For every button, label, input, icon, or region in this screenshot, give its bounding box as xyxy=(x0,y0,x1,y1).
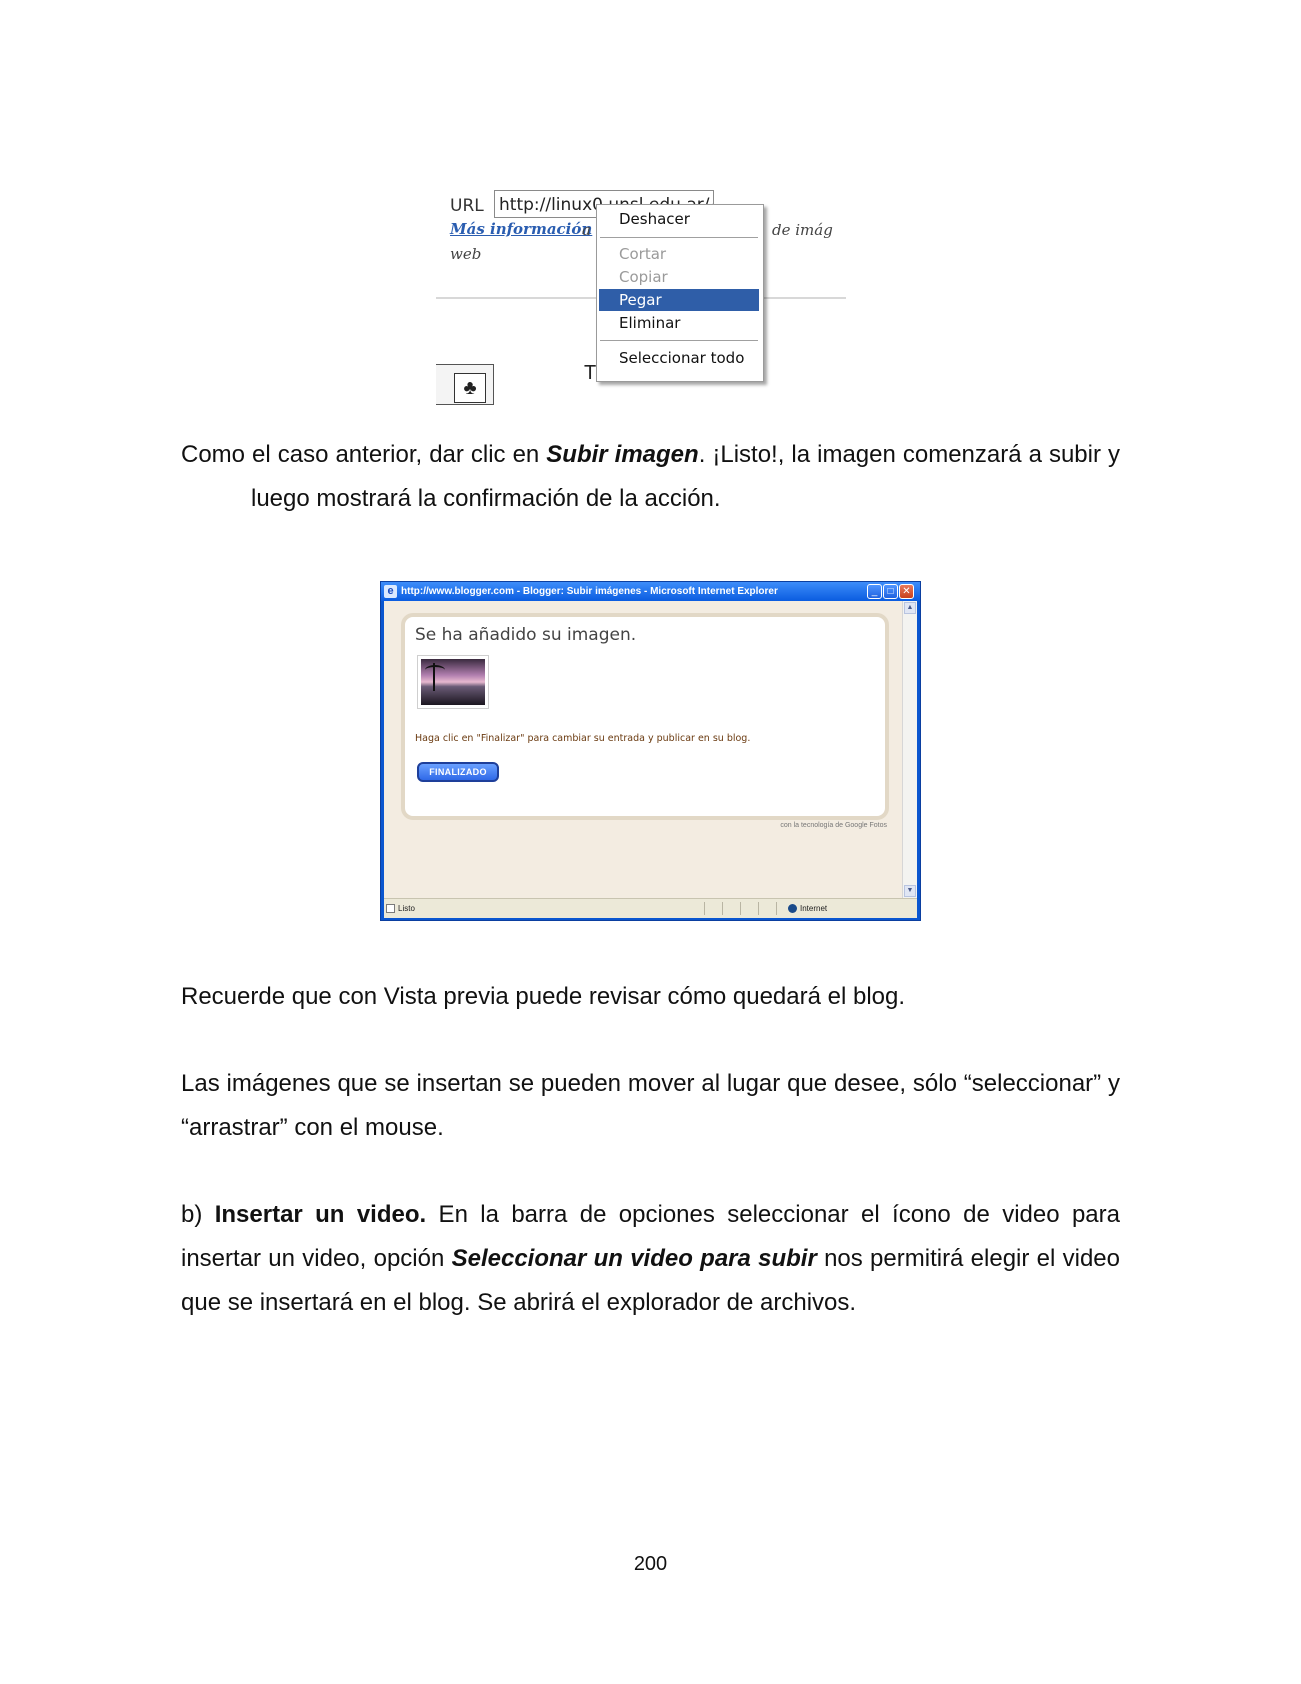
partial-right-text: de imág xyxy=(772,221,833,239)
text-run: b) xyxy=(181,1201,215,1228)
web-text: web xyxy=(450,245,482,263)
partial-label-t: T xyxy=(584,362,597,384)
paragraph-upload: Como el caso anterior, dar clic en Subir… xyxy=(181,433,1120,521)
text-run: luego mostrará la confirmación de la acc… xyxy=(251,485,721,512)
window-content: Se ha añadido su imagen. Haga clic en "F… xyxy=(384,601,917,898)
window-titlebar: e http://www.blogger.com - Blogger: Subi… xyxy=(381,582,920,601)
heading-insertar-video: Insertar un video. xyxy=(214,1201,427,1228)
menu-separator xyxy=(600,237,758,239)
emphasis-seleccionar-video: Seleccionar un video para subir xyxy=(451,1245,817,1272)
status-divider xyxy=(740,902,741,915)
more-info-tail: a xyxy=(582,221,591,239)
paragraph-insert-video: b) Insertar un video. En la barra de opc… xyxy=(181,1193,1120,1325)
window-title: http://www.blogger.com - Blogger: Subir … xyxy=(401,586,778,597)
minimize-button[interactable]: _ xyxy=(867,584,882,599)
scroll-up-icon[interactable]: ▲ xyxy=(904,602,916,614)
status-divider xyxy=(722,902,723,915)
more-info-link[interactable]: Más información xyxy=(450,220,592,238)
context-menu: Deshacer Cortar Copiar Pegar Eliminar Se… xyxy=(596,204,764,382)
menu-item-eliminar[interactable]: Eliminar xyxy=(599,312,759,334)
page-number: 200 xyxy=(633,1553,668,1575)
finalize-button[interactable]: FINALIZADO xyxy=(417,762,499,782)
globe-icon xyxy=(788,904,797,913)
close-button[interactable]: ✕ xyxy=(899,584,914,599)
status-divider xyxy=(704,902,705,915)
menu-separator xyxy=(600,340,758,342)
status-bar: Listo Internet xyxy=(384,898,917,918)
confirmation-panel: Se ha añadido su imagen. Haga clic en "F… xyxy=(401,613,889,820)
url-label: URL xyxy=(450,196,484,216)
menu-item-pegar[interactable]: Pegar xyxy=(599,289,759,311)
ie-window-screenshot: e http://www.blogger.com - Blogger: Subi… xyxy=(380,581,921,921)
vertical-scrollbar[interactable]: ▲ ▼ xyxy=(902,601,917,898)
uploaded-image-thumbnail[interactable] xyxy=(417,655,489,709)
tree-image-icon: ♣ xyxy=(454,373,486,403)
menu-item-seleccionar-todo[interactable]: Seleccionar todo xyxy=(599,347,759,369)
landscape-image xyxy=(421,659,485,705)
image-thumbnail[interactable]: ♣ xyxy=(436,364,494,405)
status-text: Listo xyxy=(398,904,415,913)
maximize-button[interactable]: □ xyxy=(883,584,898,599)
ie-icon: e xyxy=(384,585,397,598)
status-divider xyxy=(776,902,777,915)
menu-item-copiar[interactable]: Copiar xyxy=(599,266,759,288)
text-run: Como el caso anterior, dar clic en xyxy=(181,441,547,468)
status-divider xyxy=(758,902,759,915)
scroll-down-icon[interactable]: ▼ xyxy=(904,885,916,897)
menu-item-deshacer[interactable]: Deshacer xyxy=(599,208,759,230)
confirmation-heading: Se ha añadido su imagen. xyxy=(415,625,637,645)
tree-branches xyxy=(425,665,445,675)
zone-text: Internet xyxy=(800,904,828,913)
context-menu-screenshot: URL http://linux0.unsl.edu.ar/~ Más info… xyxy=(430,190,850,405)
text-run: . ¡Listo!, la imagen comenzará a subir y xyxy=(698,441,1120,468)
emphasis-subir-imagen: Subir imagen xyxy=(546,441,699,468)
powered-by-text: con la tecnología de Google Fotos xyxy=(780,822,887,829)
menu-item-cortar[interactable]: Cortar xyxy=(599,243,759,265)
instruction-text: Haga clic en "Finalizar" para cambiar su… xyxy=(415,733,751,744)
page-icon xyxy=(386,904,395,913)
paragraph-preview: Recuerde que con Vista previa puede revi… xyxy=(181,983,906,1010)
paragraph-move-images: Las imágenes que se insertan se pueden m… xyxy=(181,1070,1120,1141)
